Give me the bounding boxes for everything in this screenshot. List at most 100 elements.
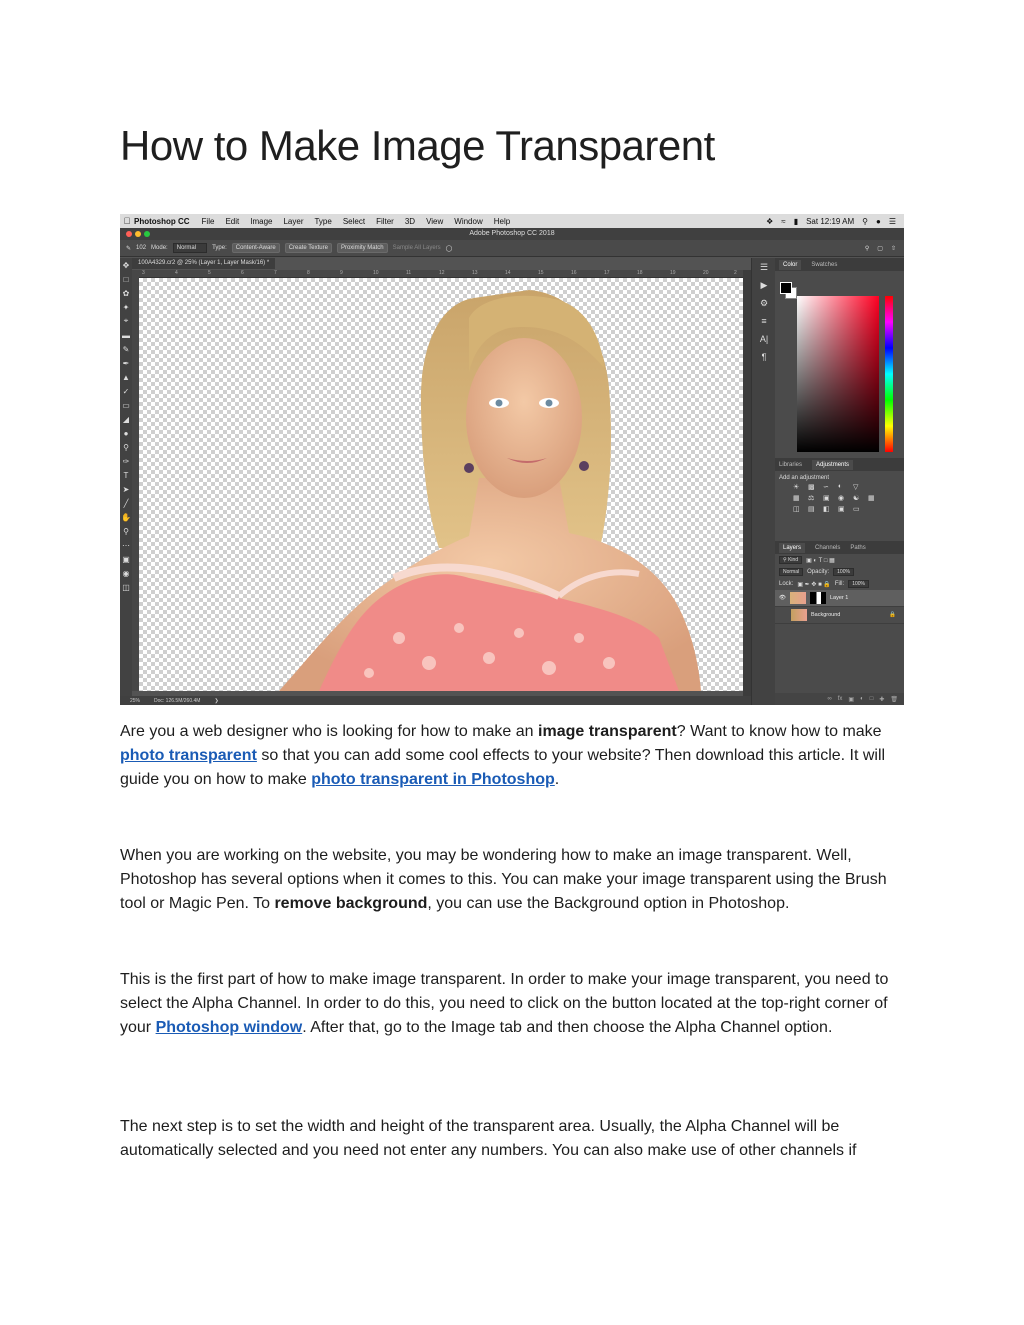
move-tool-icon[interactable]: ✥: [120, 258, 132, 272]
document-canvas[interactable]: [139, 278, 743, 691]
opacity-input[interactable]: 100%: [833, 568, 854, 576]
photo-filter-icon[interactable]: ◉: [838, 494, 850, 502]
notification-center-icon[interactable]: ☰: [889, 217, 896, 226]
canvas-scrollbar[interactable]: [743, 270, 751, 696]
menu-type[interactable]: Type: [314, 217, 331, 226]
color-picker-field[interactable]: [797, 296, 879, 452]
clone-stamp-tool-icon[interactable]: ▲: [120, 370, 132, 384]
history-brush-tool-icon[interactable]: ✓: [120, 384, 132, 398]
blur-tool-icon[interactable]: ●: [120, 426, 132, 440]
tab-color[interactable]: Color: [779, 259, 802, 270]
tab-adjustments[interactable]: Adjustments: [812, 459, 854, 470]
tab-paths[interactable]: Paths: [850, 545, 865, 551]
menu-edit[interactable]: Edit: [225, 217, 239, 226]
foreground-background-swatch-icon[interactable]: ▣: [120, 552, 132, 566]
selective-color-icon[interactable]: ▣: [838, 505, 850, 513]
filter-icons[interactable]: ▣ ◐ T □ ▦: [806, 557, 835, 564]
eraser-tool-icon[interactable]: ▭: [120, 398, 132, 412]
zoom-level[interactable]: 25%: [130, 698, 140, 704]
layer-row-background[interactable]: Background 🔒: [775, 607, 904, 624]
wifi-icon[interactable]: ≈: [781, 217, 785, 226]
menu-select[interactable]: Select: [343, 217, 365, 226]
eyedropper-tool-icon[interactable]: ▬: [120, 328, 132, 342]
line-tool-icon[interactable]: ╱: [120, 496, 132, 510]
kind-filter-select[interactable]: ⚲ Kind: [779, 556, 803, 564]
spotlight-search-icon[interactable]: ⚲: [862, 217, 868, 226]
history-panel-icon[interactable]: ☰: [752, 258, 776, 276]
posterize-icon[interactable]: ▤: [808, 505, 820, 513]
layer-mask-thumbnail[interactable]: [809, 592, 826, 604]
fill-input[interactable]: 100%: [848, 580, 869, 588]
channel-mixer-icon[interactable]: ☯: [853, 494, 865, 502]
visibility-eye-icon[interactable]: 👁: [779, 595, 786, 601]
layer-style-icon[interactable]: fx: [838, 696, 843, 702]
menu-app-name[interactable]: Photoshop CC: [134, 217, 190, 226]
menu-3d[interactable]: 3D: [405, 217, 415, 226]
menu-help[interactable]: Help: [494, 217, 510, 226]
menu-layer[interactable]: Layer: [283, 217, 303, 226]
lock-icons[interactable]: ▣ ✒ ✥ ■ 🔒: [797, 581, 831, 588]
levels-icon[interactable]: ▩: [808, 483, 820, 491]
document-tab[interactable]: 100A4329.cr2 @ 25% (Layer 1, Layer Mask/…: [132, 258, 276, 269]
sample-all-layers-checkbox[interactable]: Sample All Layers: [393, 245, 441, 251]
hand-tool-icon[interactable]: ✋: [120, 510, 132, 524]
maximize-window-icon[interactable]: [144, 231, 150, 237]
tab-swatches[interactable]: Swatches: [811, 262, 837, 268]
tab-libraries[interactable]: Libraries: [779, 462, 802, 468]
brush-tool-icon[interactable]: ✒: [120, 356, 132, 370]
share-icon[interactable]: ⇧: [891, 245, 896, 252]
gradient-tool-icon[interactable]: ◢: [120, 412, 132, 426]
pressure-icon[interactable]: ◯: [446, 245, 453, 252]
menu-clock[interactable]: Sat 12:19 AM: [806, 217, 854, 226]
delete-layer-icon[interactable]: 🗑: [890, 696, 898, 703]
crop-tool-icon[interactable]: ⌖: [120, 314, 132, 328]
close-window-icon[interactable]: [126, 231, 132, 237]
black-white-icon[interactable]: ▣: [823, 494, 835, 502]
vibrance-icon[interactable]: ▽: [853, 483, 865, 491]
spot-healing-brush-icon[interactable]: ✎: [126, 245, 131, 252]
marquee-tool-icon[interactable]: □: [120, 272, 132, 286]
tab-layers[interactable]: Layers: [779, 542, 806, 553]
apple-icon[interactable]: : [120, 216, 134, 226]
link-layers-icon[interactable]: ∞: [827, 696, 831, 702]
adjust-sliders-icon[interactable]: ≡: [752, 312, 776, 330]
status-arrow-icon[interactable]: ❯: [214, 698, 218, 704]
character-panel-icon[interactable]: A|: [752, 330, 776, 348]
battery-icon[interactable]: ▮: [794, 217, 798, 226]
create-texture-button[interactable]: Create Texture: [284, 243, 332, 253]
tab-channels[interactable]: Channels: [815, 545, 840, 551]
link-photo-transparent-in-photoshop[interactable]: photo transparent in Photoshop: [311, 771, 555, 788]
zoom-tool-icon[interactable]: ⚲: [120, 524, 132, 538]
pen-tool-icon[interactable]: ✑: [120, 454, 132, 468]
invert-icon[interactable]: ◫: [793, 505, 805, 513]
quick-mask-icon[interactable]: ◉: [120, 566, 132, 580]
layer-row-layer-1[interactable]: 👁 Layer 1: [775, 590, 904, 607]
curves-icon[interactable]: ∽: [823, 483, 835, 491]
proximity-match-button[interactable]: Proximity Match: [336, 243, 388, 253]
menu-view[interactable]: View: [426, 217, 443, 226]
menu-window[interactable]: Window: [454, 217, 482, 226]
color-balance-icon[interactable]: ⚖: [808, 494, 820, 502]
minimize-window-icon[interactable]: [135, 231, 141, 237]
type-tool-icon[interactable]: T: [120, 468, 132, 482]
exposure-icon[interactable]: ◐: [838, 483, 850, 491]
healing-brush-tool-icon[interactable]: ✎: [120, 342, 132, 356]
threshold-icon[interactable]: ◧: [823, 505, 835, 513]
doc-size[interactable]: Doc: 126.5M/260.4M: [154, 698, 200, 704]
paragraph-panel-icon[interactable]: ¶: [752, 348, 776, 366]
menu-filter[interactable]: Filter: [376, 217, 394, 226]
lasso-tool-icon[interactable]: ✿: [120, 286, 132, 300]
path-selection-tool-icon[interactable]: ➤: [120, 482, 132, 496]
menu-file[interactable]: File: [202, 217, 215, 226]
gradient-map-icon[interactable]: ▭: [853, 505, 865, 513]
color-lookup-icon[interactable]: ▦: [868, 494, 880, 502]
siri-icon[interactable]: ●: [876, 217, 881, 226]
menu-image[interactable]: Image: [250, 217, 272, 226]
brightness-contrast-icon[interactable]: ☀: [793, 483, 805, 491]
content-aware-button[interactable]: Content-Aware: [231, 243, 280, 253]
hue-slider[interactable]: [885, 296, 893, 452]
dropbox-icon[interactable]: ❖: [766, 217, 773, 226]
actions-panel-icon[interactable]: ▶: [752, 276, 776, 294]
new-layer-icon[interactable]: ✚: [879, 696, 884, 703]
search-icon[interactable]: ⚲: [865, 245, 869, 252]
